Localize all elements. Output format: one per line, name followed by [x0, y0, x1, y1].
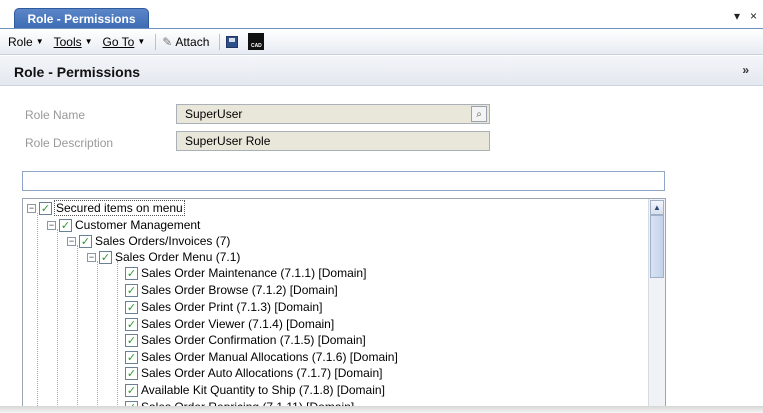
tab-strip: Role - Permissions ▾ × — [0, 0, 763, 29]
tree-connector — [37, 213, 38, 407]
role-description-label: Role Description — [25, 136, 114, 150]
tree-node-label: Customer Management — [75, 218, 201, 232]
checkbox[interactable]: ✓ — [125, 283, 138, 297]
tree-leaf[interactable]: ✓ Sales Order Auto Allocations (7.1.7) [… — [125, 365, 382, 381]
checkbox[interactable]: ✓ — [99, 250, 112, 264]
goto-menu[interactable]: Go To ▼ — [103, 35, 146, 49]
tree-leaf[interactable]: ✓ Available Kit Quantity to Ship (7.1.8)… — [125, 382, 385, 398]
window-controls: ▾ × — [734, 9, 757, 23]
checkbox[interactable]: ✓ — [125, 300, 138, 314]
tools-menu[interactable]: Tools ▼ — [54, 35, 93, 49]
role-menu-label: Role — [8, 34, 33, 49]
chevron-down-icon: ▼ — [84, 37, 93, 46]
role-name-label: Role Name — [25, 108, 86, 122]
tree-leaf-label: Sales Order Confirmation (7.1.5) [Domain… — [141, 333, 366, 347]
collapse-node-icon[interactable]: − — [67, 236, 76, 246]
tab-role-permissions[interactable]: Role - Permissions — [14, 8, 149, 28]
tools-menu-label: Tools — [53, 34, 82, 49]
attach-button[interactable]: ✎ Attach — [162, 35, 209, 49]
pencil-icon: ✎ — [162, 34, 173, 49]
tree-node-label: Sales Orders/Invoices (7) — [95, 234, 231, 248]
permissions-tree[interactable]: − ✓ Secured items on menu − ✓ Customer M… — [22, 198, 666, 408]
checkbox[interactable]: ✓ — [59, 218, 72, 232]
checkbox[interactable]: ✓ — [79, 234, 92, 248]
collapse-node-icon[interactable]: − — [47, 220, 56, 230]
tree-connector — [77, 245, 78, 407]
checkbox[interactable]: ✓ — [39, 201, 52, 215]
tree-leaf-label: Available Kit Quantity to Ship (7.1.8) [… — [141, 383, 385, 397]
search-icon[interactable]: ⌕ — [471, 106, 487, 122]
tree-connector — [117, 261, 118, 407]
role-description-field[interactable]: SuperUser Role — [176, 131, 490, 151]
role-name-value: SuperUser — [185, 107, 243, 121]
goto-menu-label: Go To — [102, 34, 135, 49]
collapse-icon[interactable]: » — [742, 63, 749, 77]
tree-leaf[interactable]: ✓ Sales Order Manual Allocations (7.1.6)… — [125, 349, 398, 365]
collapse-node-icon[interactable]: − — [87, 252, 96, 262]
scroll-up-icon[interactable]: ▲ — [650, 200, 664, 215]
tree-leaf-label: Sales Order Manual Allocations (7.1.6) [… — [141, 350, 398, 364]
tree-leaf[interactable]: ✓ Sales Order Maintenance (7.1.1) [Domai… — [125, 265, 366, 281]
checkbox[interactable]: ✓ — [125, 366, 138, 380]
toolbar-separator — [155, 33, 157, 50]
tree-leaf-label: Sales Order Viewer (7.1.4) [Domain] — [141, 317, 335, 331]
attach-label: Attach — [175, 34, 210, 49]
bottom-edge — [0, 406, 763, 413]
chevron-down-icon: ▼ — [35, 37, 44, 46]
tree-node-label: Secured items on menu — [54, 200, 185, 216]
tree-leaf[interactable]: ✓ Sales Order Viewer (7.1.4) [Domain] — [125, 316, 334, 332]
tree-connector — [97, 261, 98, 407]
tree-node-sales-orders-invoices[interactable]: − ✓ Sales Orders/Invoices (7) — [67, 233, 230, 249]
checkbox[interactable]: ✓ — [125, 383, 138, 397]
checkbox[interactable]: ✓ — [125, 266, 138, 280]
tree-leaf[interactable]: ✓ Sales Order Confirmation (7.1.5) [Doma… — [125, 332, 366, 348]
toolbar: Role ▼ Tools ▼ Go To ▼ ✎ Attach CAD — [0, 29, 763, 55]
save-button[interactable] — [226, 35, 239, 48]
scroll-thumb[interactable] — [650, 215, 664, 278]
tree-node-label: Sales Order Menu (7.1) — [115, 250, 241, 264]
tree-leaf[interactable]: ✓ Sales Order Print (7.1.3) [Domain] — [125, 299, 322, 315]
role-name-field[interactable]: SuperUser ⌕ — [176, 104, 490, 124]
checkbox[interactable]: ✓ — [125, 350, 138, 364]
tree-scrollbar[interactable]: ▲ — [648, 199, 665, 407]
tree-connector — [57, 229, 58, 407]
dropdown-icon[interactable]: ▾ — [734, 9, 740, 23]
tree-node-root[interactable]: − ✓ Secured items on menu — [27, 200, 185, 216]
tree-leaf-label: Sales Order Browse (7.1.2) [Domain] — [141, 283, 338, 297]
section-header: Role - Permissions » — [0, 56, 763, 86]
filter-input[interactable] — [22, 171, 665, 191]
tree-leaf-label: Sales Order Maintenance (7.1.1) [Domain] — [141, 266, 367, 280]
cad-button[interactable]: CAD — [248, 33, 265, 50]
tree-node-customer-management[interactable]: − ✓ Customer Management — [47, 217, 200, 233]
cad-icon: CAD — [248, 33, 265, 50]
tree-node-sales-order-menu[interactable]: − ✓ Sales Order Menu (7.1) — [87, 249, 240, 265]
toolbar-separator — [219, 33, 221, 50]
checkbox[interactable]: ✓ — [125, 333, 138, 347]
role-description-value: SuperUser Role — [185, 134, 271, 148]
chevron-down-icon: ▼ — [137, 37, 146, 46]
close-icon[interactable]: × — [750, 9, 757, 23]
tree-leaf-label: Sales Order Print (7.1.3) [Domain] — [141, 300, 323, 314]
role-menu[interactable]: Role ▼ — [8, 35, 44, 49]
section-title: Role - Permissions — [14, 64, 141, 80]
checkbox[interactable]: ✓ — [125, 317, 138, 331]
save-icon — [226, 35, 239, 48]
tree-leaf[interactable]: ✓ Sales Order Browse (7.1.2) [Domain] — [125, 282, 338, 298]
tree-leaf-label: Sales Order Auto Allocations (7.1.7) [Do… — [141, 366, 383, 380]
collapse-node-icon[interactable]: − — [27, 203, 36, 213]
